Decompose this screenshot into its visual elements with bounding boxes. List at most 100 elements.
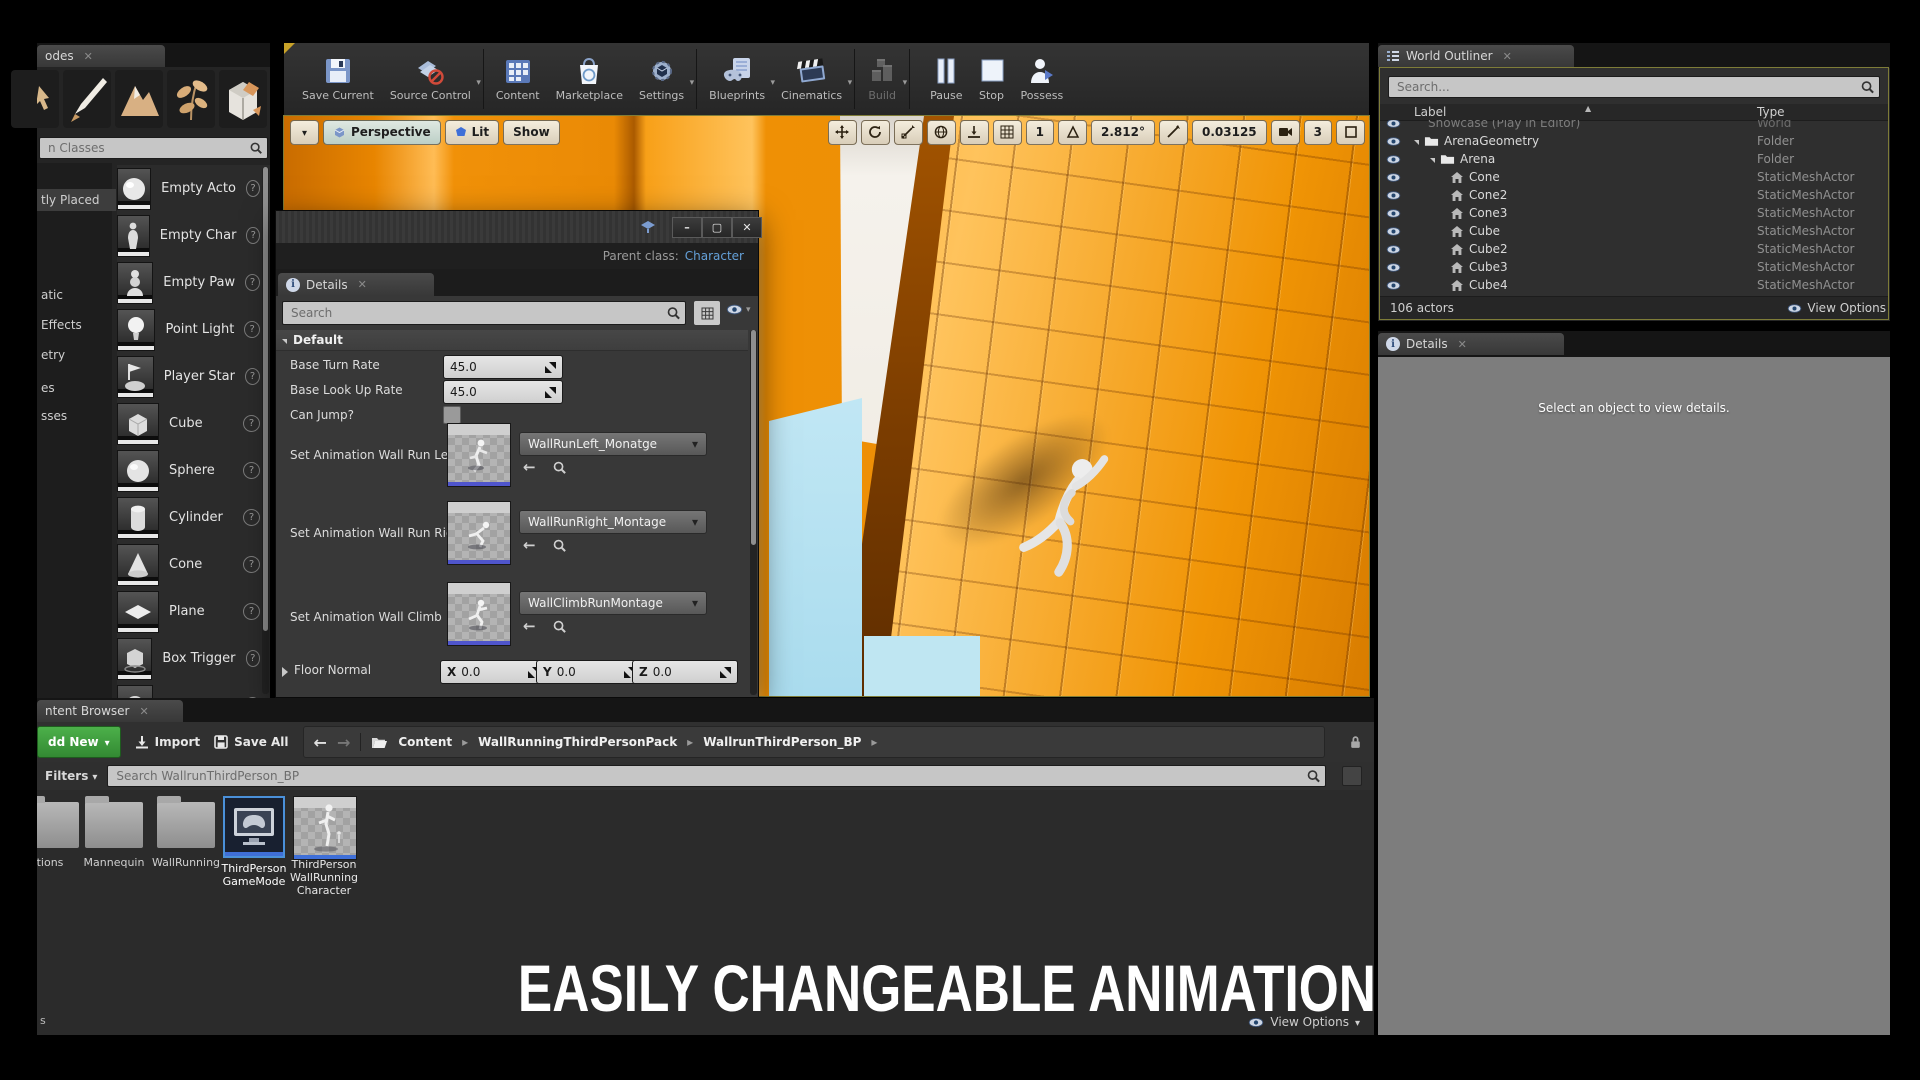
camera-speed-value[interactable]: 3 <box>1304 120 1332 145</box>
rotate-tool-button[interactable] <box>861 120 890 145</box>
bp-search-input[interactable] <box>282 301 686 325</box>
eye-icon[interactable] <box>1386 172 1401 183</box>
place-item-player-start[interactable]: Player Star <box>117 353 260 400</box>
source-control-button[interactable]: Source Control ▾ <box>382 52 479 106</box>
maximize-viewport-button[interactable] <box>1336 120 1365 145</box>
eye-icon[interactable] <box>1386 244 1401 255</box>
can-jump-checkbox[interactable] <box>443 406 461 424</box>
category-default[interactable]: Default <box>276 330 748 351</box>
stop-button[interactable]: Stop <box>971 52 1013 106</box>
surface-snap-button[interactable] <box>960 120 989 145</box>
outliner-row-cone[interactable]: Cone StaticMeshActor <box>1380 168 1888 186</box>
place-item-empty-character[interactable]: Empty Char <box>117 212 260 259</box>
close-button[interactable]: ✕ <box>732 217 762 238</box>
help-icon[interactable] <box>246 227 260 244</box>
help-icon[interactable] <box>246 650 261 667</box>
help-icon[interactable] <box>243 415 260 432</box>
perspective-button[interactable]: Perspective <box>323 120 441 145</box>
eye-icon[interactable] <box>1386 280 1401 291</box>
outliner-view-options-button[interactable]: View Options <box>1787 301 1886 315</box>
cb-asset-area[interactable]: tions Mannequin WallRunning ThirdPerson … <box>37 790 1374 1035</box>
place-item-cube[interactable]: Cube <box>117 400 260 447</box>
modes-search-input[interactable] <box>39 137 268 159</box>
marketplace-button[interactable]: Marketplace <box>548 52 631 106</box>
base-turn-rate-input[interactable]: 45.0 <box>443 355 563 379</box>
crumb-pack[interactable]: WallRunningThirdPersonPack <box>478 735 677 749</box>
eye-icon[interactable] <box>1386 190 1401 201</box>
asset-thirdperson-gamemode[interactable] <box>223 796 285 858</box>
expander-icon[interactable] <box>1430 158 1435 163</box>
bp-details-scrollbar[interactable] <box>750 330 757 695</box>
scale-tool-button[interactable] <box>894 120 923 145</box>
forward-button[interactable]: → <box>337 733 350 752</box>
outliner-search-input[interactable] <box>1388 76 1880 98</box>
tab-bp-details[interactable]: i Details ✕ <box>278 273 434 296</box>
folder-animations[interactable] <box>37 802 79 848</box>
rotation-snap-value[interactable]: 2.812° <box>1091 120 1155 145</box>
scale-snap-button[interactable] <box>1159 120 1188 145</box>
anim-climb-thumbnail[interactable] <box>447 582 511 646</box>
category-basic[interactable]: atic <box>37 284 116 306</box>
translate-tool-button[interactable] <box>828 120 857 145</box>
display-filter-button[interactable]: ▾ <box>726 304 751 315</box>
import-button[interactable]: Import <box>135 735 200 749</box>
close-icon[interactable]: ✕ <box>84 50 93 63</box>
tab-world-outliner[interactable]: World Outliner ✕ <box>1378 45 1574 67</box>
place-item-plane[interactable]: Plane <box>117 588 260 635</box>
mode-foliage-button[interactable] <box>167 70 215 128</box>
outliner-row-cone2[interactable]: Cone2 StaticMeshActor <box>1380 186 1888 204</box>
mode-landscape-button[interactable] <box>115 70 163 128</box>
use-selected-icon[interactable]: ← <box>523 458 536 476</box>
crumb-content[interactable]: Content <box>398 735 452 749</box>
place-item-empty-pawn[interactable]: Empty Paw <box>117 259 260 306</box>
eye-icon[interactable] <box>1386 154 1401 165</box>
folder-mannequin[interactable] <box>85 802 143 848</box>
asset-wallrunning-character[interactable] <box>293 796 357 860</box>
settings-button[interactable]: Settings ▾ <box>631 52 692 106</box>
help-icon[interactable] <box>245 368 260 385</box>
filters-button[interactable]: Filters <box>45 769 97 783</box>
floor-normal-y-input[interactable]: Y0.0 <box>536 660 642 684</box>
outliner-row-showcase[interactable]: Showcase (Play in Editor) World <box>1380 120 1888 132</box>
browse-to-asset-icon[interactable] <box>552 538 567 553</box>
category-all-classes[interactable]: sses <box>37 405 116 427</box>
save-search-button[interactable] <box>1342 766 1362 786</box>
tab-details[interactable]: i Details ✕ <box>1378 333 1564 355</box>
reset-icon[interactable] <box>545 362 556 373</box>
maximize-button[interactable]: ▢ <box>702 217 732 238</box>
eye-icon[interactable] <box>1386 136 1401 147</box>
expander-icon[interactable] <box>282 667 288 677</box>
window-titlebar[interactable]: – ▢ ✕ <box>276 211 758 244</box>
mode-paint-button[interactable] <box>63 70 111 128</box>
outliner-row-arena[interactable]: Arena Folder <box>1380 150 1888 168</box>
use-selected-icon[interactable]: ← <box>523 617 536 635</box>
close-icon[interactable]: ✕ <box>1458 338 1467 351</box>
place-item-cone[interactable]: Cone <box>117 541 260 588</box>
tab-modes[interactable]: odes ✕ <box>37 45 165 67</box>
folder-wallrunning[interactable] <box>157 802 215 848</box>
cb-view-options-button[interactable]: View Options <box>1248 1015 1360 1029</box>
outliner-row-cube[interactable]: Cube StaticMeshActor <box>1380 222 1888 240</box>
help-icon[interactable] <box>244 321 260 338</box>
mode-geometry-button[interactable] <box>219 70 267 128</box>
eye-icon[interactable] <box>1386 262 1401 273</box>
back-button[interactable]: ← <box>314 733 327 752</box>
place-item-cylinder[interactable]: Cylinder <box>117 494 260 541</box>
blueprints-button[interactable]: Blueprints ▾ <box>701 52 773 106</box>
camera-speed-button[interactable] <box>1271 120 1300 145</box>
category-visual-effects[interactable]: Effects <box>37 314 116 336</box>
base-look-up-rate-input[interactable]: 45.0 <box>443 380 563 404</box>
lock-icon[interactable] <box>1349 735 1362 750</box>
crumb-bp[interactable]: WallrunThirdPerson_BP <box>703 735 861 749</box>
outliner-row-cube3[interactable]: Cube3 StaticMeshActor <box>1380 258 1888 276</box>
reset-icon[interactable] <box>720 667 731 678</box>
place-list-scrollbar[interactable] <box>262 167 269 694</box>
help-icon[interactable] <box>243 462 260 479</box>
expander-icon[interactable] <box>1414 140 1419 145</box>
category-recently-placed[interactable]: tly Placed <box>37 189 116 211</box>
help-icon[interactable] <box>245 274 260 291</box>
browse-to-asset-icon[interactable] <box>552 619 567 634</box>
anim-left-combo[interactable]: WallRunLeft_Monatge <box>519 432 707 456</box>
grid-snap-value[interactable]: 1 <box>1026 120 1054 145</box>
place-item-empty-actor[interactable]: Empty Acto <box>117 165 260 212</box>
